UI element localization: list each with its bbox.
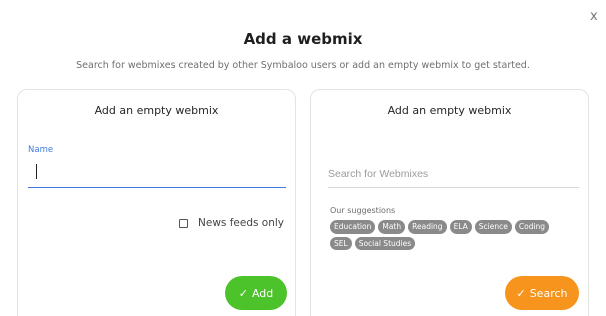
suggestion-tag[interactable]: Education (330, 220, 376, 234)
text-cursor (36, 164, 37, 179)
suggestion-tag[interactable]: Science (474, 220, 512, 234)
suggestions-title: Our suggestions (330, 206, 396, 215)
add-button[interactable]: ✓ Add (225, 276, 287, 310)
suggestion-tag[interactable]: SEL (330, 236, 352, 250)
news-feeds-checkbox[interactable] (179, 218, 188, 228)
search-button-label: Search (529, 286, 568, 300)
empty-webmix-panel: Add an empty webmix Name News feeds only… (17, 89, 296, 316)
suggestion-tag[interactable]: Reading (408, 220, 447, 234)
news-feeds-option[interactable]: News feeds only (179, 217, 284, 229)
dialog-subtitle: Search for webmixes created by other Sym… (76, 60, 530, 71)
checkmark-icon: ✓ (516, 286, 526, 300)
suggestion-tags: Education Math Reading ELA Science Codin… (330, 220, 570, 250)
checkmark-icon: ✓ (238, 286, 248, 300)
panel-title: Add an empty webmix (387, 104, 512, 117)
name-input[interactable] (28, 158, 286, 188)
add-button-label: Add (251, 286, 274, 300)
close-icon[interactable]: x (590, 10, 598, 23)
name-field-label: Name (28, 145, 54, 155)
suggestion-tag[interactable]: Coding (514, 220, 550, 234)
suggestion-tag[interactable]: ELA (449, 220, 472, 234)
suggestion-tag[interactable]: Social Studies (354, 236, 416, 250)
search-button[interactable]: ✓ Search (505, 276, 579, 310)
panel-title: Add an empty webmix (94, 104, 219, 117)
search-input[interactable] (328, 160, 579, 188)
suggestion-tag[interactable]: Math (378, 220, 406, 234)
news-feeds-label: News feeds only (198, 217, 285, 229)
search-webmix-panel: Add an empty webmix Our suggestions Educ… (310, 89, 589, 316)
dialog-title: Add a webmix (243, 30, 363, 48)
